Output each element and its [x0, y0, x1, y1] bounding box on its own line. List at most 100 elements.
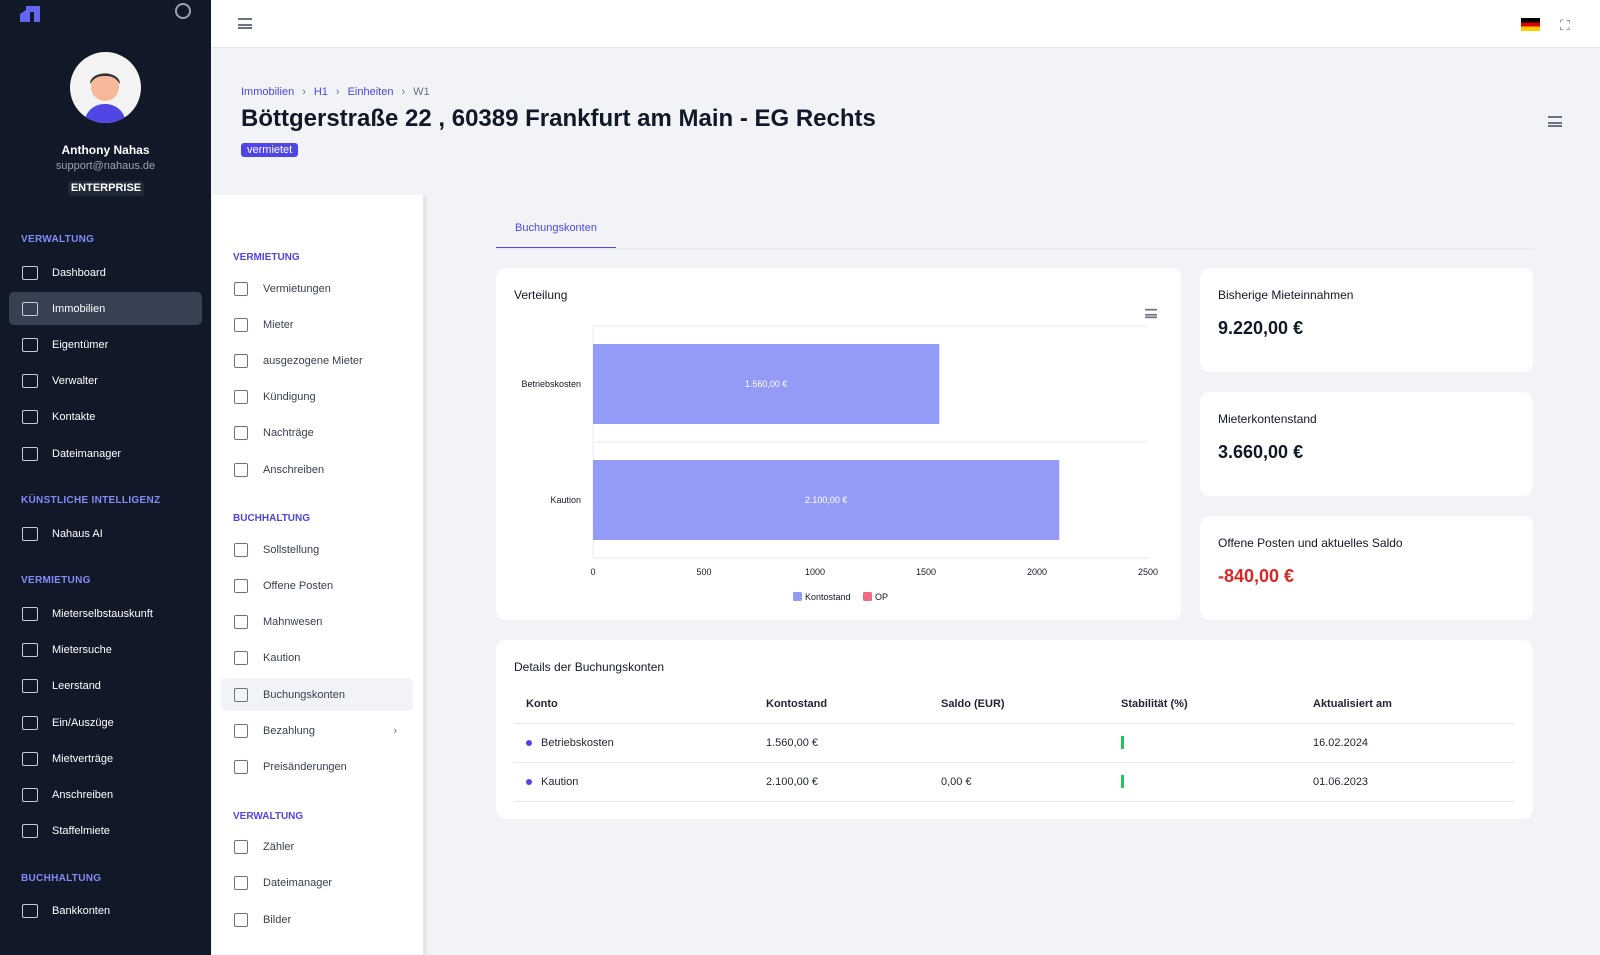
submenu-section-title: VERWALTUNG [233, 810, 304, 822]
sidebar-item-leerstand[interactable]: Leerstand [9, 670, 202, 703]
legend-marker [863, 592, 872, 601]
x-tick-label: 2500 [1138, 567, 1158, 577]
sidebar-item-ein-auszüge[interactable]: Ein/Auszüge [9, 706, 202, 739]
sidebar-section-title: VERWALTUNG [21, 234, 95, 245]
sidebar-item-kontakte[interactable]: Kontakte [9, 401, 202, 434]
sidebar-item-label: Staffelmiete [52, 825, 110, 838]
bar-chart: 0 500 1000 1500 2000 2500 Betriebskosten 1.560,… [521, 325, 1158, 602]
stat-label: Mieterkontenstand [1218, 412, 1317, 426]
menu-toggle-icon[interactable] [238, 18, 252, 29]
submenu-item-dateimanager[interactable]: Dateimanager [221, 867, 413, 900]
sidebar-item-label: Mieterselbstauskunft [52, 607, 153, 620]
sidebar-item-immobilien[interactable]: Immobilien [9, 292, 202, 326]
breadcrumb-einheiten[interactable]: Einheiten [348, 86, 394, 98]
table-cell: Betriebskosten [514, 723, 754, 763]
sidebar-section-title: BUCHHALTUNG [21, 872, 102, 884]
user-account-icon[interactable] [175, 3, 191, 19]
submenu-item-bezahlung[interactable]: Bezahlung › [221, 714, 413, 747]
breadcrumb-immobilien[interactable]: Immobilien [241, 86, 294, 98]
submenu-item-sollstellung[interactable]: Sollstellung [221, 533, 413, 566]
mieterselbstauskunft-icon [22, 606, 38, 621]
ein-auszüge-icon [22, 715, 38, 730]
mahnwesen-icon [234, 615, 248, 630]
page-menu-icon[interactable] [1548, 116, 1562, 127]
bullet-icon [526, 739, 532, 746]
submenu-item-anschreiben[interactable]: Anschreiben [221, 453, 413, 486]
sidebar-item-label: Dashboard [52, 266, 106, 279]
submenu-item-ausgezogene-mieter[interactable]: ausgezogene Mieter [221, 344, 413, 377]
fullscreen-icon[interactable]: ⛶ [1560, 17, 1570, 34]
submenu-item-nachträge[interactable]: Nachträge [221, 417, 413, 450]
german-flag-icon[interactable] [1521, 18, 1540, 31]
sidebar-item-label: Kontakte [52, 411, 96, 424]
table-cell [1109, 723, 1301, 763]
submenu-item-bilder[interactable]: Bilder [221, 903, 413, 936]
submenu-item-mieter[interactable]: Mieter [221, 308, 413, 341]
plan-badge: ENTERPRISE [68, 181, 144, 196]
immobilien-icon [22, 301, 38, 316]
column-header: Saldo (EUR) [929, 685, 1109, 724]
y-tick-label: Kaution [550, 495, 581, 505]
submenu-item-label: Dateimanager [263, 877, 333, 890]
sidebar-item-mietersuche[interactable]: Mietersuche [9, 634, 202, 667]
submenu-item-label: Sollstellung [263, 543, 320, 556]
table-cell: 16.02.2024 [1301, 723, 1514, 763]
kündigung-icon [234, 390, 248, 405]
sidebar-item-eigentümer[interactable]: Eigentümer [9, 328, 202, 361]
stat-value: -840,00 € [1218, 566, 1295, 586]
tab-divider [496, 248, 1533, 249]
sidebar-item-label: Verwalter [52, 375, 98, 388]
anschreiben-icon [234, 462, 248, 477]
submenu-item-buchungskonten[interactable]: Buchungskonten [221, 678, 413, 711]
table-cell: Kaution [514, 762, 754, 802]
stat-value: 3.660,00 € [1218, 442, 1304, 462]
bar-data-label: 2.100,00 € [805, 495, 848, 505]
sidebar-section-title: KÜNSTLICHE INTELLIGENZ [21, 495, 161, 507]
sidebar-item-mieterselbstauskunft[interactable]: Mieterselbstauskunft [9, 597, 202, 630]
table-row[interactable]: Kaution 2.100,00 € 0,00 € 01.06.2023 [514, 762, 1514, 802]
table-title: Details der Buchungskonten [514, 660, 665, 674]
x-tick-label: 1000 [805, 567, 825, 577]
stat-card: Bisherige Mieteinnahmen 9.220,00 € [1200, 268, 1533, 372]
sidebar-item-nahaus-ai[interactable]: Nahaus AI [9, 517, 202, 550]
leerstand-icon [22, 679, 38, 694]
sidebar-item-label: Leerstand [52, 680, 101, 693]
submenu-item-mahnwesen[interactable]: Mahnwesen [221, 606, 413, 639]
sidebar-item-label: Dateimanager [52, 447, 122, 460]
sidebar-item-bankkonten[interactable]: Bankkonten [9, 895, 202, 928]
mietersuche-icon [22, 643, 38, 658]
submenu-item-preisänderungen[interactable]: Preisänderungen [221, 750, 413, 783]
breadcrumb-h1[interactable]: H1 [314, 86, 328, 98]
table-cell [1109, 762, 1301, 802]
legend-label: Kontostand [805, 592, 851, 602]
table-row[interactable]: Betriebskosten 1.560,00 € 16.02.2024 [514, 723, 1514, 763]
sidebar-item-mietverträge[interactable]: Mietverträge [9, 742, 202, 775]
sidebar-item-dateimanager[interactable]: Dateimanager [9, 437, 202, 470]
submenu-item-kündigung[interactable]: Kündigung [221, 381, 413, 414]
sidebar-item-verwalter[interactable]: Verwalter [9, 365, 202, 398]
submenu-item-label: Preisänderungen [263, 760, 347, 773]
mietverträge-icon [22, 751, 38, 766]
sidebar-item-dashboard[interactable]: Dashboard [9, 256, 202, 289]
submenu-item-offene-posten[interactable]: Offene Posten [221, 569, 413, 602]
dashboard-icon [22, 265, 38, 280]
sidebar-item-anschreiben[interactable]: Anschreiben [9, 778, 202, 811]
submenu-item-zähler[interactable]: Zähler [221, 831, 413, 864]
preisänderungen-icon [234, 759, 248, 774]
submenu-item-kaution[interactable]: Kaution [221, 642, 413, 675]
submenu-item-vermietungen[interactable]: Vermietungen [221, 272, 413, 305]
submenu-section-title: VERMIETUNG [233, 252, 300, 263]
y-tick-label: Betriebskosten [521, 379, 581, 389]
sidebar-item-staffelmiete[interactable]: Staffelmiete [9, 815, 202, 848]
legend-label: OP [875, 592, 888, 602]
submenu-item-label: Offene Posten [263, 579, 334, 592]
chevron-right-icon: › [393, 724, 397, 737]
bankkonten-icon [22, 904, 38, 919]
logo-icon[interactable] [18, 4, 42, 22]
tab-buchungskonten[interactable]: Buchungskonten [496, 222, 616, 249]
bezahlung-icon [234, 723, 248, 738]
chart-menu-icon[interactable] [1145, 308, 1157, 319]
sidebar-item-label: Bankkonten [52, 905, 111, 918]
submenu-item-label: Anschreiben [263, 463, 325, 476]
kaution-icon [234, 651, 248, 666]
